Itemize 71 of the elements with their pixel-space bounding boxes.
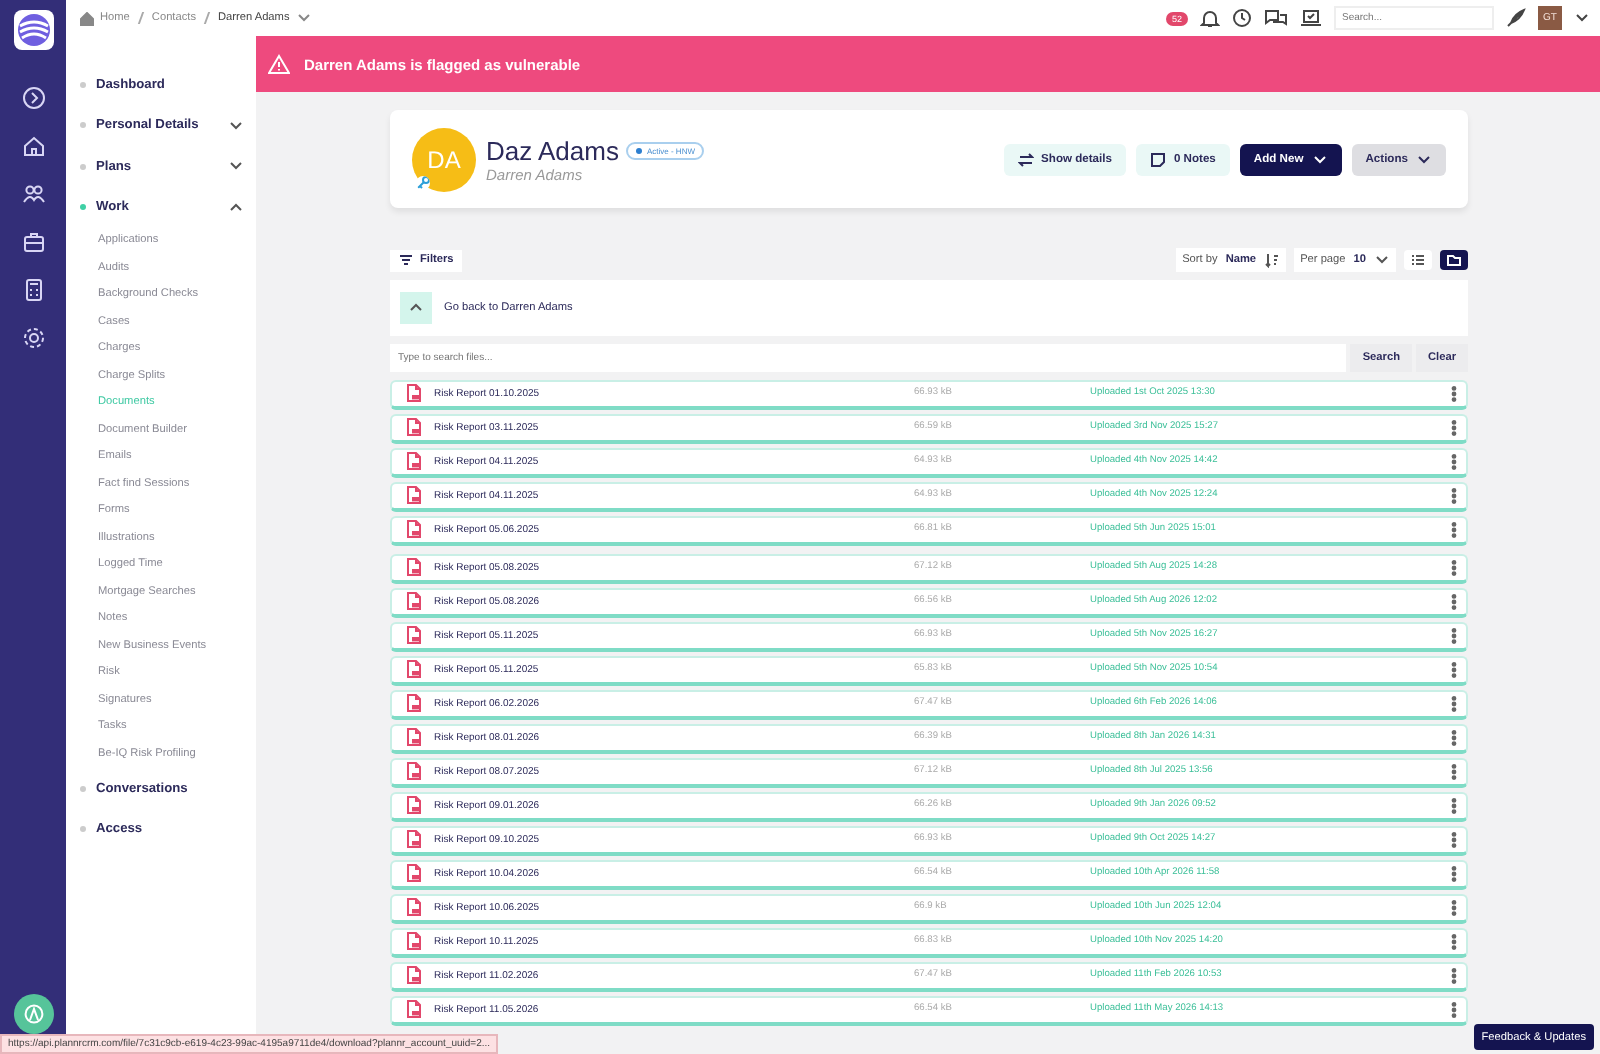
more-icon[interactable] (1450, 763, 1458, 780)
pdf-file-icon (406, 558, 422, 577)
contact-name: Daz Adams (486, 135, 619, 165)
briefcase-icon[interactable] (21, 230, 45, 254)
more-icon[interactable] (1450, 627, 1458, 644)
back-button[interactable] (400, 292, 432, 324)
chevron-up-icon[interactable] (228, 199, 244, 216)
pdf-file-icon (406, 830, 422, 849)
pdf-file-icon (406, 384, 422, 403)
settings-icon[interactable] (21, 326, 45, 350)
more-icon[interactable] (1450, 487, 1458, 504)
expand-icon[interactable] (21, 86, 45, 110)
list-icon (1410, 252, 1426, 268)
pdf-file-icon (406, 796, 422, 815)
pdf-file-icon (406, 966, 422, 985)
pdf-file-icon (406, 486, 422, 505)
more-icon[interactable] (1450, 385, 1458, 402)
sort-icon (1264, 252, 1281, 268)
view-toggle[interactable] (1440, 250, 1468, 270)
more-icon[interactable] (1450, 865, 1458, 882)
pdf-file-icon (406, 626, 422, 645)
more-icon[interactable] (1450, 729, 1458, 746)
pdf-file-icon (406, 452, 422, 471)
pdf-file-icon (406, 898, 422, 917)
chevron-down-icon[interactable] (228, 117, 244, 134)
more-icon[interactable] (1450, 1001, 1458, 1018)
calculator-icon[interactable] (21, 278, 45, 302)
folder-icon (1446, 252, 1462, 268)
more-icon[interactable] (1450, 899, 1458, 916)
more-icon[interactable] (1450, 695, 1458, 712)
laptop-icon[interactable] (1300, 8, 1322, 28)
more-icon[interactable] (1450, 797, 1458, 814)
more-icon[interactable] (1450, 559, 1458, 576)
bell-icon[interactable] (1200, 8, 1220, 28)
waves-icon (15, 12, 51, 48)
filter-icon (398, 252, 414, 268)
more-icon[interactable] (1450, 593, 1458, 610)
pdf-file-icon (406, 520, 422, 539)
home-icon[interactable] (80, 11, 94, 25)
assistant-button[interactable] (14, 994, 54, 1034)
chevron-down-icon[interactable] (1574, 10, 1590, 26)
chevron-up-icon (408, 300, 424, 316)
note-icon (1149, 151, 1166, 167)
pdf-file-icon (406, 660, 422, 679)
chat-icon[interactable] (1264, 8, 1288, 28)
more-icon[interactable] (1450, 521, 1458, 538)
pdf-file-icon (406, 864, 422, 883)
pdf-file-icon (406, 592, 422, 611)
warning-icon (268, 54, 290, 74)
more-icon[interactable] (1450, 933, 1458, 950)
chevron-down-icon (1311, 151, 1328, 167)
more-icon[interactable] (1450, 661, 1458, 678)
chevron-down-icon (1416, 151, 1432, 167)
pdf-file-icon (406, 762, 422, 781)
chevron-down-icon[interactable] (228, 158, 244, 175)
view-toggle[interactable] (1404, 250, 1432, 270)
more-icon[interactable] (1450, 967, 1458, 984)
pdf-file-icon (406, 1000, 422, 1019)
more-icon[interactable] (1450, 419, 1458, 436)
chevron-down-icon (1374, 252, 1390, 268)
people-icon[interactable] (21, 182, 45, 206)
pdf-file-icon (406, 694, 422, 713)
pdf-file-icon (406, 418, 422, 437)
more-icon[interactable] (1450, 831, 1458, 848)
pdf-file-icon (406, 728, 422, 747)
clock-icon[interactable] (1232, 8, 1252, 28)
contact-avatar: DA (412, 127, 476, 191)
more-icon[interactable] (1450, 453, 1458, 470)
pdf-file-icon (406, 932, 422, 951)
swap-icon (1017, 151, 1034, 167)
app-logo[interactable] (13, 10, 53, 50)
